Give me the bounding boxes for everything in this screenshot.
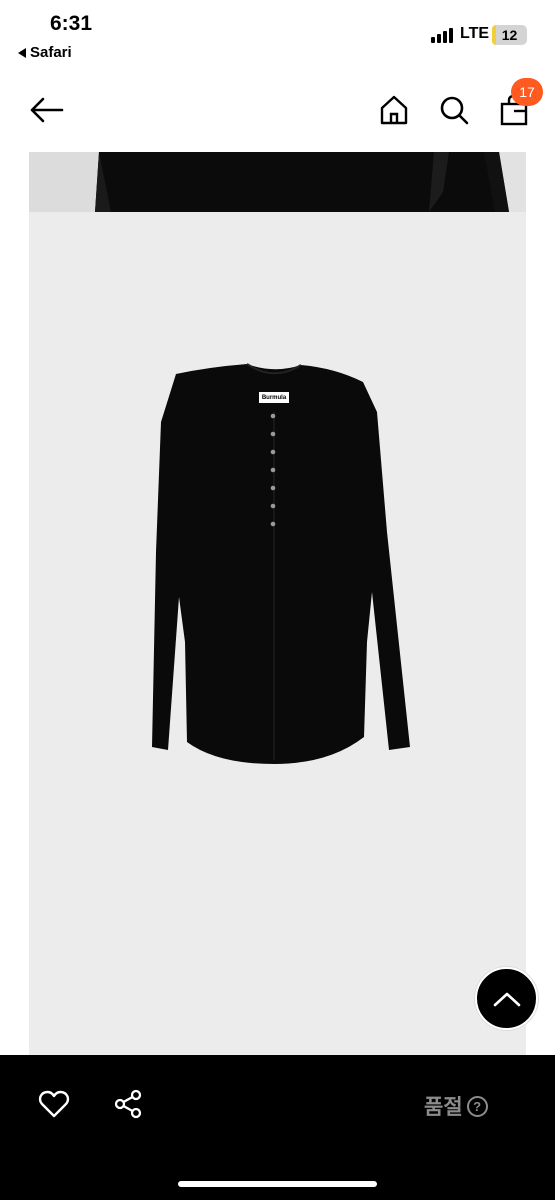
sold-out-status: 품절 ? (424, 1091, 488, 1121)
back-button[interactable] (26, 90, 66, 130)
scroll-to-top-button[interactable] (475, 967, 538, 1030)
share-icon (114, 1089, 142, 1119)
brand-tag-text: Burmula (261, 394, 287, 401)
top-nav-bar (0, 80, 555, 140)
cart-count-badge: 17 (511, 78, 543, 106)
chevron-up-icon (493, 992, 520, 1006)
search-button[interactable] (434, 90, 474, 130)
black-cardigan-photo (152, 363, 410, 764)
bottom-action-bar (0, 1055, 555, 1200)
back-app-label: Safari (30, 44, 72, 61)
home-indicator (178, 1181, 377, 1187)
sold-out-label: 품절 (424, 1096, 463, 1119)
help-icon[interactable]: ? (466, 1095, 488, 1117)
home-icon (380, 95, 408, 125)
share-button[interactable] (108, 1086, 148, 1122)
brand-label-tag: Burmula (259, 392, 289, 403)
wishlist-button[interactable] (34, 1086, 74, 1122)
network-type: LTE (460, 25, 490, 42)
home-button[interactable] (374, 90, 414, 130)
cellular-signal-icon (431, 27, 453, 43)
back-to-app-link[interactable]: Safari (18, 44, 72, 61)
battery-icon: 12 (492, 25, 527, 45)
product-image-main[interactable]: Burmula (29, 212, 526, 1055)
battery-percent: 12 (501, 27, 518, 43)
product-image-previous (29, 152, 526, 212)
heart-icon (38, 1090, 70, 1118)
battery-fill (492, 25, 496, 45)
search-icon (440, 96, 469, 125)
garment-detail-image (29, 152, 526, 212)
back-triangle-icon (18, 47, 26, 58)
arrow-left-icon (30, 97, 64, 123)
clock-time: 6:31 (50, 12, 93, 35)
status-bar: 6:31 Safari LTE 12 (0, 0, 555, 70)
